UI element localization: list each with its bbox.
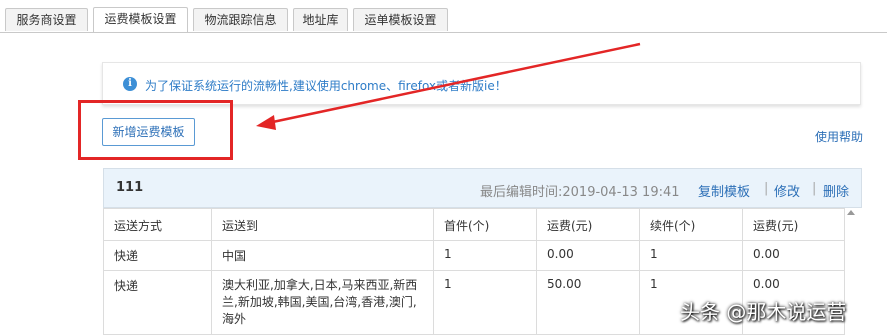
action-divider: | [812, 181, 817, 196]
column-header: 运送到 [211, 208, 434, 241]
column-header: 运送方式 [103, 208, 212, 241]
template-header: 111 最后编辑时间:2019-04-13 19:41 复制模板 | 修改 | … [103, 168, 862, 208]
table-cell: 快递 [103, 240, 212, 271]
help-link[interactable]: 使用帮助 [815, 128, 863, 145]
table-cell: 中国 [211, 240, 434, 271]
column-header: 运费(元) [742, 208, 845, 241]
table-cell: 1 [639, 240, 743, 271]
table-cell: 快递 [103, 270, 212, 335]
delete-template-link[interactable]: 删除 [823, 181, 849, 200]
table-cell: 1 [433, 240, 537, 271]
table-cell: 1 [433, 270, 537, 335]
table-cell: 0.00 [742, 240, 845, 271]
column-header: 运费(元) [536, 208, 640, 241]
edit-template-link[interactable]: 修改 [774, 181, 800, 200]
table-cell: 澳大利亚,加拿大,日本,马来西亚,新西兰,新加坡,韩国,美国,台湾,香港,澳门,… [211, 270, 434, 335]
column-header: 续件(个) [639, 208, 743, 241]
add-freight-template-button[interactable]: 新增运费模板 [102, 118, 195, 146]
last-edit-time: 最后编辑时间:2019-04-13 19:41 [480, 185, 680, 200]
watermark: 头条 @那木说运营 [680, 300, 847, 324]
table-header-row: 运送方式 运送到 首件(个) 运费(元) 续件(个) 运费(元) [103, 208, 845, 241]
table-cell: 0.00 [536, 240, 640, 271]
copy-template-link[interactable]: 复制模板 [698, 181, 750, 200]
table-row: 快递 中国 1 0.00 1 0.00 [103, 240, 845, 271]
action-divider: | [764, 181, 769, 196]
template-name: 111 [116, 180, 144, 195]
column-header: 首件(个) [433, 208, 537, 241]
table-cell: 50.00 [536, 270, 640, 335]
scroll-up-arrow-icon[interactable] [847, 210, 855, 215]
